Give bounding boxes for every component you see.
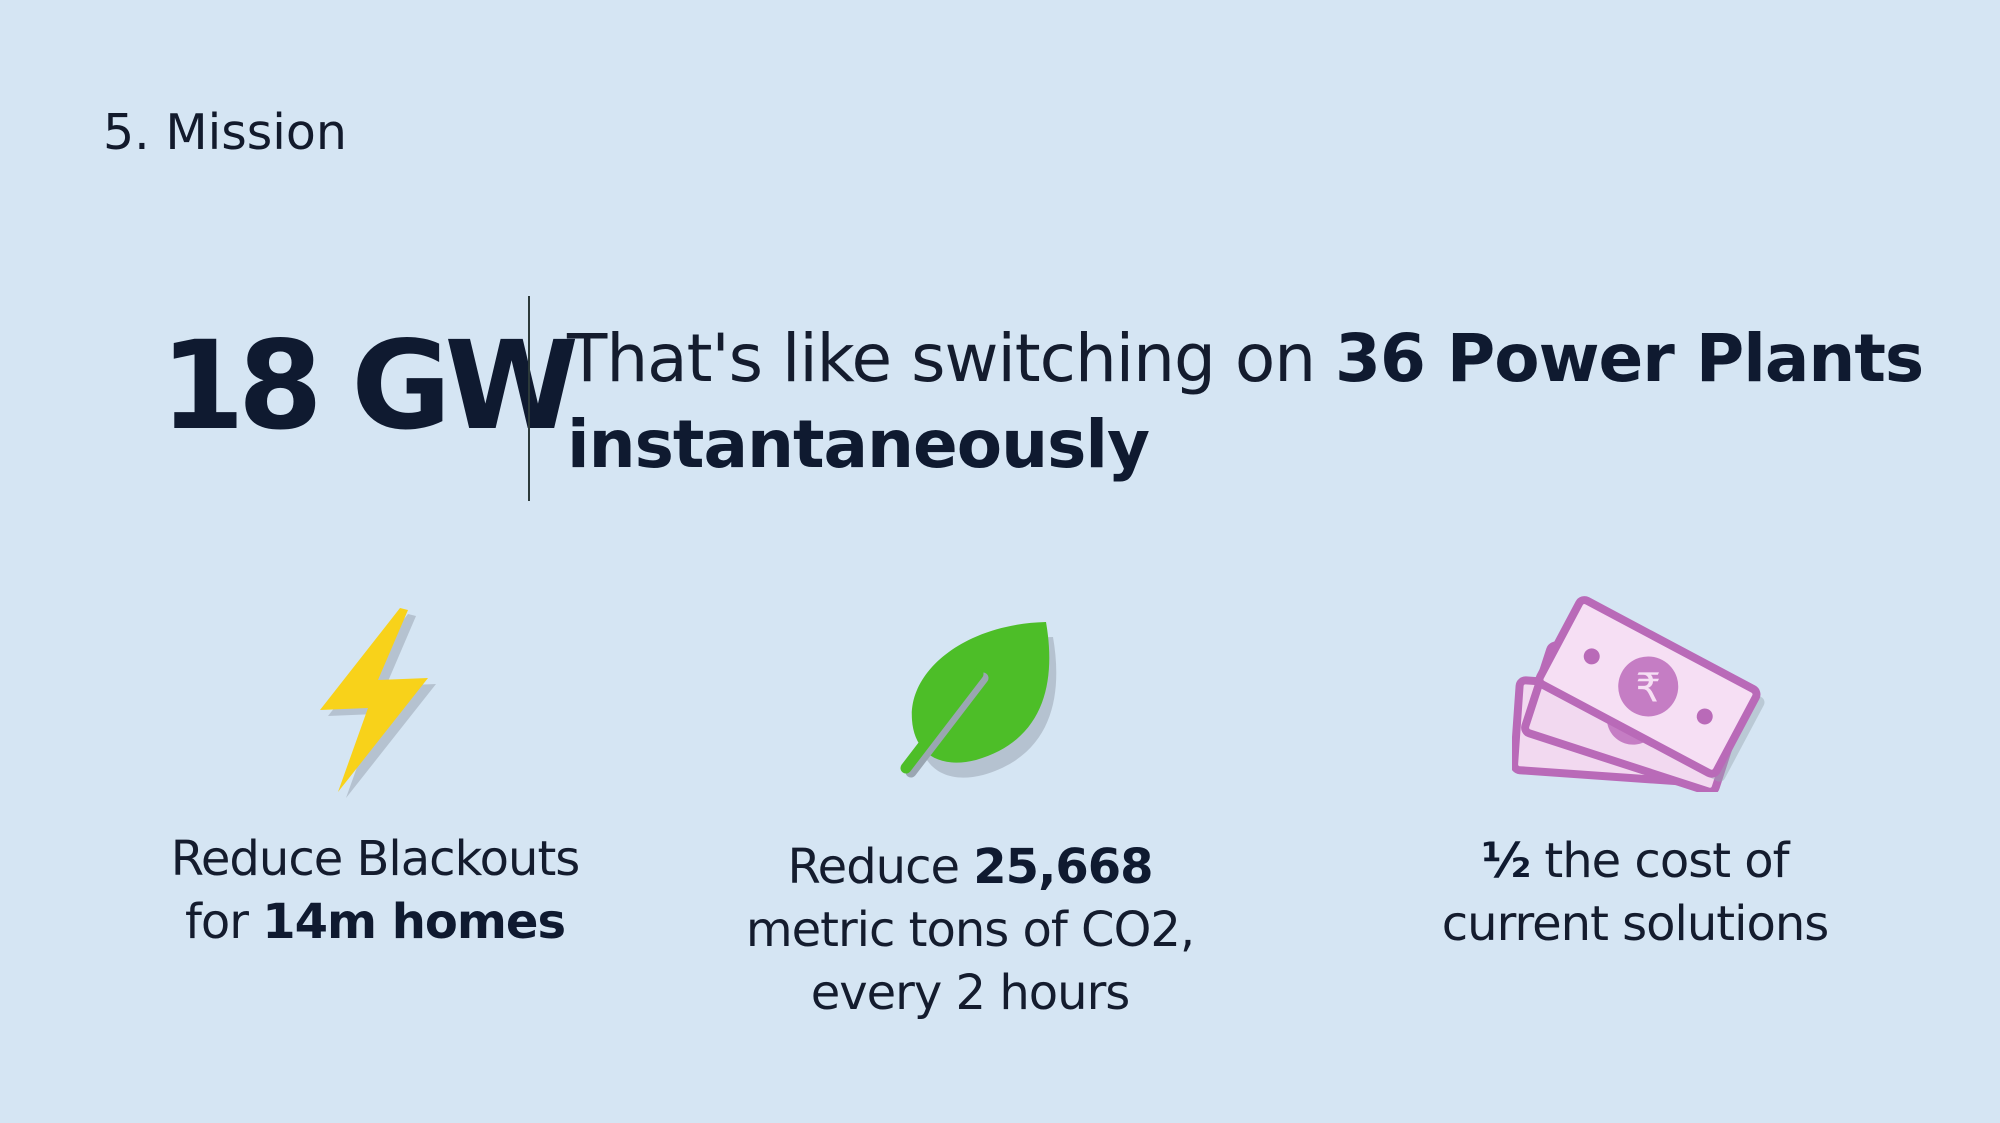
- headline-number: 18 GW: [160, 315, 579, 457]
- feature-co2-line3: every 2 hours: [810, 965, 1131, 1021]
- feature-co2-line1-plain: Reduce: [787, 839, 974, 895]
- feature-cost: ½ the cost of current solutions: [1385, 830, 1885, 956]
- feature-blackouts-line2-plain: for: [184, 894, 263, 950]
- headline-text-plain: That's like switching on: [567, 320, 1336, 397]
- feature-co2: Reduce 25,668 metric tons of CO2, every …: [710, 836, 1230, 1025]
- feature-blackouts-line2-bold: 14m homes: [262, 894, 566, 950]
- section-title: 5. Mission: [103, 104, 347, 161]
- feature-cost-line1-plain: the cost of: [1530, 833, 1789, 889]
- feature-co2-line1-bold: 25,668: [973, 839, 1153, 895]
- headline-text: That's like switching on 36 Power Plants…: [567, 316, 1947, 488]
- divider: [528, 296, 530, 501]
- slide: 5. Mission 18 GW That's like switching o…: [0, 0, 2000, 1123]
- feature-cost-line1-bold: ½: [1481, 833, 1531, 889]
- feature-cost-line2: current solutions: [1441, 896, 1830, 952]
- feature-cost-line1: ½ the cost of: [1385, 830, 1885, 893]
- svg-text:₹: ₹: [1636, 665, 1661, 711]
- feature-blackouts: Reduce Blackouts for 14m homes: [130, 828, 620, 954]
- feature-blackouts-line2: for 14m homes: [130, 891, 620, 954]
- feature-blackouts-line1: Reduce Blackouts: [170, 831, 581, 887]
- leaf-icon: [896, 618, 1066, 783]
- feature-co2-line2: metric tons of CO2,: [745, 902, 1195, 958]
- lightning-bolt-icon: [312, 604, 446, 800]
- rupee-banknotes-icon: ₹: [1512, 592, 1782, 792]
- feature-co2-line1: Reduce 25,668: [710, 836, 1230, 899]
